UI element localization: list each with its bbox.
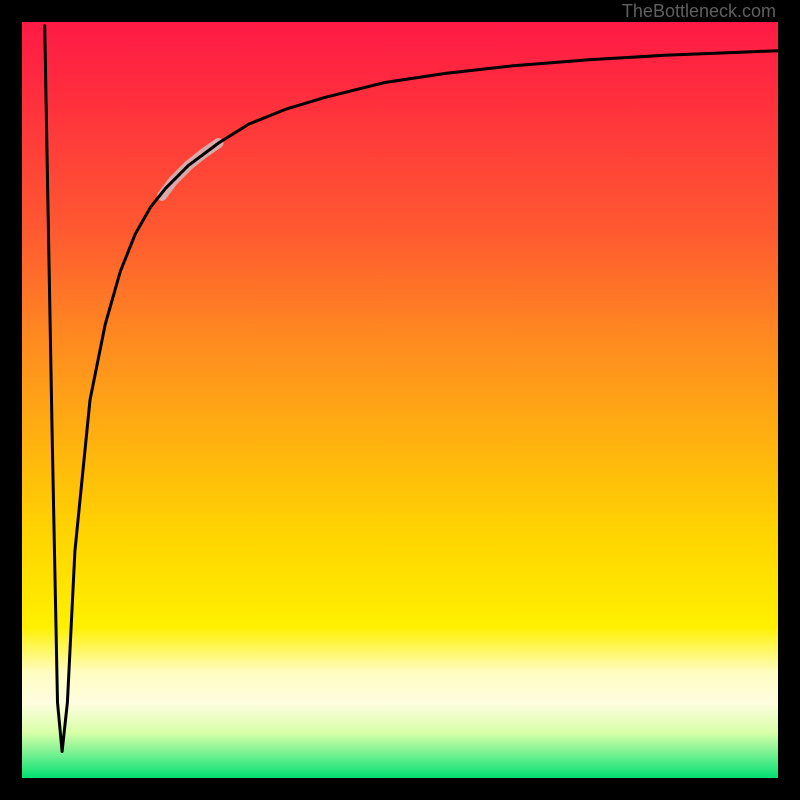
curve-layer bbox=[22, 22, 778, 778]
plot-area bbox=[22, 22, 778, 778]
chart-frame: TheBottleneck.com bbox=[0, 0, 800, 800]
bottleneck-curve bbox=[45, 26, 778, 752]
attribution-label: TheBottleneck.com bbox=[620, 0, 778, 22]
